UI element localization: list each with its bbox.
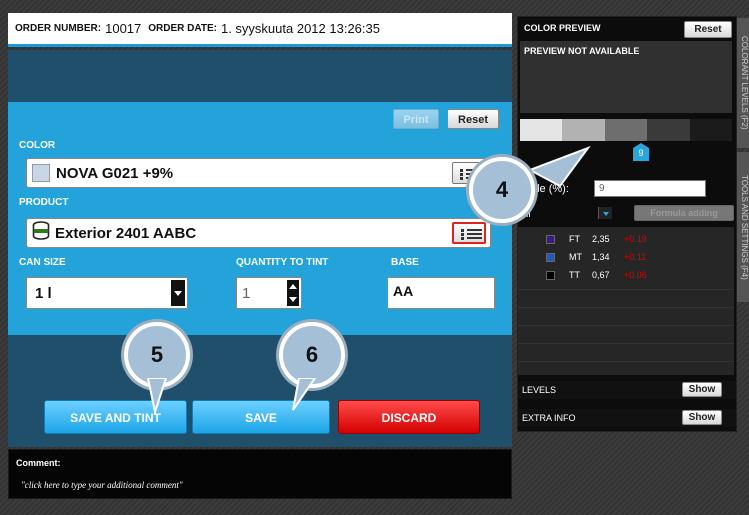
order-form: Print Reset COLOR NOVA G021 +9% PRODUCT … [8, 102, 512, 335]
levels-label: LEVELS [522, 385, 557, 395]
product-field[interactable]: Exterior 2401 AABC [26, 218, 491, 248]
colorant-swatch-ft [546, 235, 555, 244]
tab-colorant-levels[interactable]: COLORANT LEVELS (F2) [737, 18, 749, 148]
order-number: 10017 [105, 21, 142, 36]
base-field: AA [387, 277, 495, 309]
table-row: FT 2,35 +0.19 [518, 231, 734, 249]
extra-info-show-button[interactable]: Show [682, 410, 722, 425]
formula-adding-button[interactable]: Formula adding [634, 205, 734, 221]
scale-input[interactable]: 9 [594, 180, 706, 197]
tab-tools-settings[interactable]: TOOLS AND SETTINGS (F4) [737, 152, 749, 302]
stepper-arrows-icon[interactable] [287, 280, 299, 306]
can-size-value: 1 l [35, 284, 52, 302]
preview-reset-button[interactable]: Reset [684, 21, 732, 38]
discard-button[interactable]: DISCARD [338, 400, 480, 434]
reset-button[interactable]: Reset [447, 109, 499, 129]
order-date: 1. syyskuuta 2012 13:26:35 [220, 21, 380, 36]
callout-4: 4 [469, 157, 535, 223]
scale-marker[interactable]: 9 [633, 143, 649, 161]
product-label: PRODUCT [19, 197, 69, 208]
can-size-select[interactable]: 1 l [26, 277, 188, 309]
extra-info-row: EXTRA INFO Show [518, 409, 736, 427]
quantity-value: 1 [242, 284, 251, 302]
callout-4-pointer [530, 145, 591, 188]
order-date-label: ORDER DATE: [148, 23, 217, 34]
quantity-label: QUANTITY TO TINT [236, 257, 329, 268]
color-preview-title: COLOR PREVIEW [524, 23, 601, 33]
comment-input[interactable]: "click here to type your additional comm… [21, 480, 183, 490]
colorant-table: FT 2,35 +0.19 MT 1,34 +0.11 TT 0,67 +0.0… [518, 227, 734, 375]
callout-6-pointer [292, 378, 317, 411]
levels-row: LEVELS Show [518, 381, 736, 399]
top-band [8, 50, 512, 102]
can-icon [32, 221, 50, 245]
chevron-down-icon[interactable] [171, 280, 185, 306]
product-list-button[interactable] [452, 222, 486, 244]
color-value: NOVA G021 +9% [56, 164, 174, 182]
extra-info-label: EXTRA INFO [522, 413, 576, 423]
print-button[interactable]: Print [393, 109, 439, 129]
comment-box[interactable]: Comment: "click here to type your additi… [8, 449, 512, 499]
order-header: ORDER NUMBER: 10017 ORDER DATE: 1. syysk… [8, 13, 512, 47]
preview-not-available: PREVIEW NOT AVAILABLE [524, 46, 640, 56]
unit-dropdown-icon[interactable] [598, 207, 612, 219]
base-value: AA [393, 283, 414, 299]
color-label: COLOR [19, 140, 56, 151]
colorant-swatch-tt [546, 271, 555, 280]
order-number-label: ORDER NUMBER: [15, 23, 102, 34]
product-value: Exterior 2401 AABC [55, 224, 197, 242]
table-row: MT 1,34 +0.11 [518, 249, 734, 267]
base-label: BASE [391, 257, 419, 268]
table-row: TT 0,67 +0.06 [518, 267, 734, 285]
color-preview-panel: COLOR PREVIEW Reset PREVIEW NOT AVAILABL… [517, 16, 737, 432]
comment-label: Comment: [16, 458, 61, 468]
colorant-swatch-mt [546, 253, 555, 262]
quantity-stepper[interactable]: 1 [236, 277, 302, 309]
preview-area: PREVIEW NOT AVAILABLE [520, 41, 732, 113]
can-size-label: CAN SIZE [19, 257, 66, 268]
color-field[interactable]: NOVA G021 +9% [26, 158, 491, 188]
callout-5-pointer [146, 378, 168, 414]
levels-show-button[interactable]: Show [682, 382, 722, 397]
lightness-strip [520, 119, 733, 141]
color-swatch [32, 164, 50, 182]
